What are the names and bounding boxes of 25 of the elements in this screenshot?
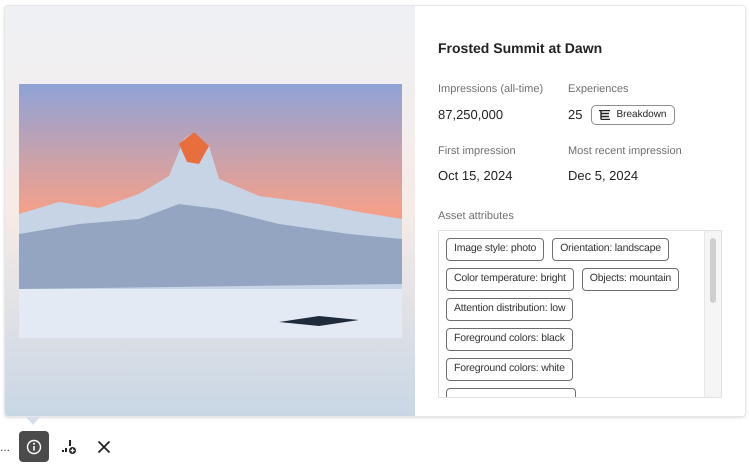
stat-value: Oct 15, 2024 <box>438 167 512 186</box>
overflow-dots: ... <box>0 438 12 456</box>
asset-title: Frosted Summit at Dawn <box>438 39 604 58</box>
stat-value: Dec 5, 2024 <box>568 167 638 186</box>
stat-label: Experiences <box>568 82 630 97</box>
attribute-tag[interactable]: Attention distribution: low <box>446 298 574 320</box>
scrollbar-thumb[interactable] <box>710 238 716 302</box>
attribute-tag[interactable]: Objects: mountain <box>582 268 679 290</box>
stat-value: 87,250,000 <box>438 106 504 124</box>
close-icon <box>96 438 112 454</box>
attribute-tag[interactable]: Orientation: landscape <box>552 238 669 260</box>
info-button[interactable] <box>19 431 49 462</box>
stat-label: Impressions (all-time) <box>438 82 544 97</box>
attribute-tag[interactable]: Foreground colors: black <box>446 328 573 350</box>
chart-plus-icon <box>61 438 77 454</box>
stat-label: First impression <box>438 144 517 158</box>
info-icon <box>26 438 42 454</box>
stat-value: 25 <box>568 106 582 124</box>
breakdown-button[interactable]: Breakdown <box>591 104 674 124</box>
section-label: Asset attributes <box>438 209 515 224</box>
hierarchy-icon <box>599 110 610 120</box>
stat-label: Most recent impression <box>568 144 683 158</box>
attribute-tag[interactable]: Color temperature: bright <box>446 268 574 290</box>
attribute-tag[interactable]: Image style: photo <box>446 238 544 260</box>
attribute-tag[interactable]: Foreground colors: white <box>446 358 573 380</box>
